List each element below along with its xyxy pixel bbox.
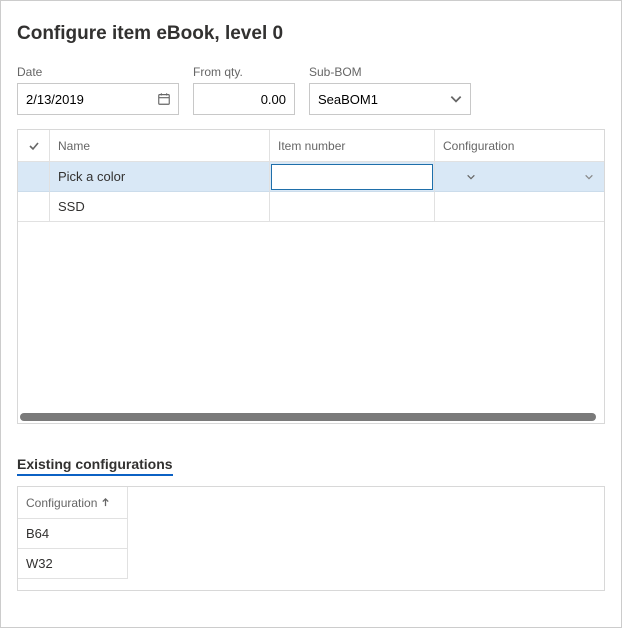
horizontal-scrollbar[interactable] <box>20 413 596 421</box>
subbom-label: Sub-BOM <box>309 65 471 79</box>
item-editor[interactable] <box>271 164 433 190</box>
existing-configurations-title: Existing configurations <box>17 456 173 476</box>
grid-header-item[interactable]: Item number <box>270 130 435 162</box>
cfg-row[interactable]: W32 <box>18 549 604 579</box>
chevron-down-icon[interactable] <box>442 84 470 114</box>
row-name[interactable]: SSD <box>50 192 270 222</box>
row-conf[interactable] <box>435 192 604 222</box>
sort-ascending-icon <box>101 496 110 510</box>
row-check[interactable] <box>18 192 50 222</box>
page-title: Configure item eBook, level 0 <box>17 23 605 45</box>
grid-header-check[interactable] <box>18 130 50 162</box>
row-item[interactable] <box>270 192 435 222</box>
cfg-value[interactable]: W32 <box>18 549 128 579</box>
row-item[interactable] <box>270 162 435 192</box>
grid-row[interactable]: Pick a color <box>18 162 604 192</box>
fromqty-input-wrap[interactable] <box>193 83 295 115</box>
cfg-row[interactable]: B64 <box>18 519 604 549</box>
date-input[interactable] <box>18 84 150 114</box>
section-title-wrap: Existing configurations <box>17 424 605 476</box>
grid-header-conf[interactable]: Configuration <box>435 130 604 162</box>
row-check[interactable] <box>18 162 50 192</box>
row-name[interactable]: Pick a color <box>50 162 270 192</box>
header-fields: Date From qty. Sub-BOM <box>17 65 605 115</box>
item-input[interactable] <box>272 165 460 189</box>
subbom-select[interactable] <box>309 83 471 115</box>
grid-header-name[interactable]: Name <box>50 130 270 162</box>
date-field: Date <box>17 65 179 115</box>
fromqty-field: From qty. <box>193 65 295 115</box>
cfg-header-configuration[interactable]: Configuration <box>18 487 128 519</box>
chevron-down-icon[interactable] <box>578 162 600 191</box>
row-conf[interactable] <box>435 162 604 192</box>
cfg-value[interactable]: B64 <box>18 519 128 549</box>
date-label: Date <box>17 65 179 79</box>
cfg-header-label: Configuration <box>26 496 97 510</box>
grid-row[interactable]: SSD <box>18 192 604 222</box>
existing-configurations-grid: Configuration B64 W32 <box>17 486 605 591</box>
subbom-input[interactable] <box>310 84 442 114</box>
calendar-icon[interactable] <box>150 84 178 114</box>
fromqty-label: From qty. <box>193 65 295 79</box>
subbom-field: Sub-BOM <box>309 65 471 115</box>
date-input-wrap[interactable] <box>17 83 179 115</box>
fromqty-input[interactable] <box>194 84 294 114</box>
bom-lines-grid: Name Item number Configuration Pick a co… <box>17 129 605 424</box>
grid-header: Name Item number Configuration <box>18 130 604 162</box>
